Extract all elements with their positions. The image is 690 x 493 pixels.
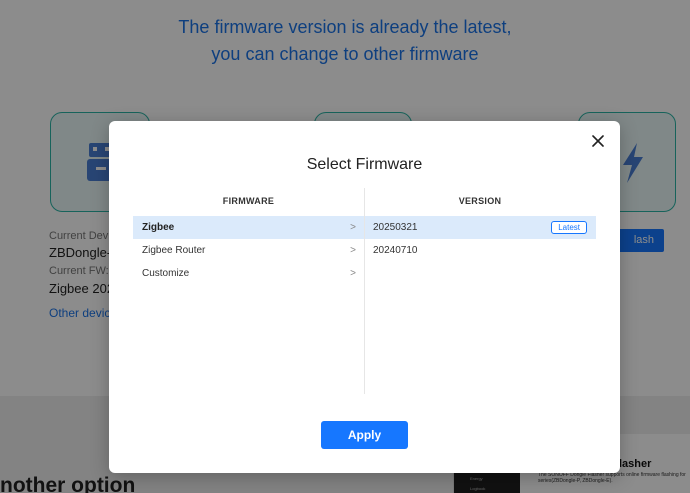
chevron-right-icon: > <box>350 222 356 233</box>
firmware-item-label: Zigbee <box>142 222 175 233</box>
firmware-item-zigbee-router[interactable]: Zigbee Router > <box>133 239 364 262</box>
version-list: 20250321 Latest 20240710 <box>365 216 596 262</box>
chevron-right-icon: > <box>350 268 356 279</box>
version-item-20250321[interactable]: 20250321 Latest <box>365 216 596 239</box>
firmware-item-zigbee[interactable]: Zigbee > <box>133 216 364 239</box>
firmware-item-label: Customize <box>142 268 190 279</box>
select-firmware-dialog: Select Firmware FIRMWARE VERSION Zigbee … <box>109 121 620 473</box>
version-column-header: VERSION <box>458 196 502 206</box>
chevron-right-icon: > <box>350 245 356 256</box>
firmware-column-header: FIRMWARE <box>222 196 275 206</box>
version-item-label: 20250321 <box>373 222 418 233</box>
firmware-list: Zigbee > Zigbee Router > Customize > <box>133 216 364 285</box>
version-item-20240710[interactable]: 20240710 <box>365 239 596 262</box>
apply-button[interactable]: Apply <box>321 421 408 449</box>
firmware-item-label: Zigbee Router <box>142 245 206 256</box>
latest-badge: Latest <box>551 221 587 234</box>
dialog-title: Select Firmware <box>306 156 423 173</box>
firmware-item-customize[interactable]: Customize > <box>133 262 364 285</box>
close-button[interactable] <box>588 131 608 151</box>
close-icon <box>592 135 604 147</box>
version-item-label: 20240710 <box>373 245 418 256</box>
